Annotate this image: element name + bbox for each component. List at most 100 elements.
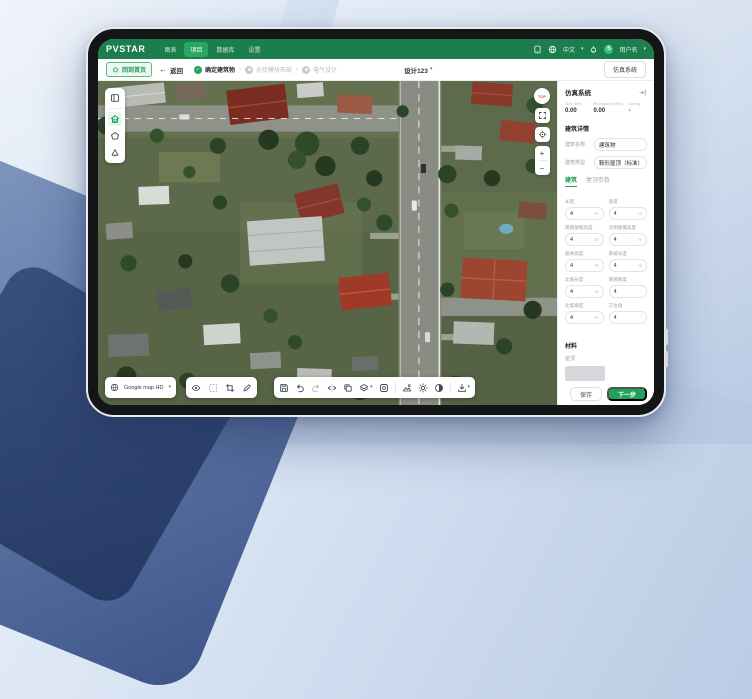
step-pv-layout[interactable]: 光伏模块布局 — [245, 65, 292, 74]
field-north-slope-angle: 北坡坡度 4m — [565, 303, 604, 324]
building-details-title: 建筑详情 — [565, 124, 647, 133]
step-pending-icon — [302, 66, 310, 74]
app-screen: PVSTAR 图表 项目 数据库 设置 中文 ▾ S 用 — [98, 39, 654, 405]
field-north-slope-length-input[interactable]: 4m — [565, 285, 604, 298]
divider — [450, 382, 451, 393]
stat-size-label: Size (kW) — [565, 102, 591, 106]
user-name-label[interactable]: 用户名 — [619, 45, 637, 54]
field-north-slope-angle-input[interactable]: 4m — [565, 311, 604, 324]
simulation-stats: Size (kW) 0.00 Production (kWh) 0.00 Sav… — [565, 102, 647, 114]
user-avatar[interactable]: S — [604, 45, 613, 54]
next-step-button[interactable]: 下一步 — [607, 387, 647, 401]
tab-building[interactable]: 建筑 — [565, 175, 577, 187]
tablet-device-frame: PVSTAR 图表 项目 数据库 设置 中文 ▾ S 用 — [86, 27, 666, 417]
copy-icon[interactable] — [343, 383, 353, 393]
notification-bell-icon[interactable] — [589, 45, 598, 54]
design-name-dropdown[interactable]: 设计123 ▾ — [404, 65, 432, 75]
nav-item-charts[interactable]: 图表 — [158, 42, 182, 57]
roof-material-label: 屋顶 — [565, 355, 647, 362]
device-icon[interactable] — [533, 45, 542, 54]
workflow-toolbar: 回到首页 ← 返回 ✓ 确定建筑物 › 光伏模块布局 › 电气设计 — [98, 59, 654, 81]
tree-tool-icon[interactable] — [108, 146, 122, 160]
redo-icon[interactable] — [311, 383, 321, 393]
building-tool-icon[interactable] — [108, 112, 122, 126]
contrast-icon[interactable] — [434, 383, 444, 393]
map-right-toolbar: TOP + − — [534, 88, 550, 175]
nav-item-settings[interactable]: 设置 — [242, 42, 266, 57]
collapse-panel-icon[interactable] — [638, 88, 647, 97]
step-define-building[interactable]: ✓ 确定建筑物 — [194, 65, 235, 74]
field-north-eave-input[interactable]: 4m — [609, 233, 648, 246]
field-south-eave-input[interactable]: 4m — [565, 233, 604, 246]
field-length-input[interactable]: 4m — [565, 207, 604, 220]
design-name-label: 设计123 — [404, 65, 428, 75]
crop-icon[interactable] — [225, 383, 235, 393]
step-electrical-design[interactable]: 电气设计 — [302, 65, 337, 74]
roof-material-swatch[interactable] — [565, 366, 605, 381]
fullscreen-button[interactable] — [535, 108, 550, 123]
back-button[interactable]: ← 返回 — [159, 65, 183, 75]
field-south-slope-angle-input[interactable]: 4° — [609, 285, 648, 298]
download-caret-icon: ▾ — [468, 385, 471, 390]
download-icon[interactable]: ▾ — [457, 383, 471, 393]
flip-horizontal-icon[interactable] — [327, 383, 337, 393]
pencil-edit-icon[interactable] — [242, 383, 252, 393]
provider-caret-icon: ▾ — [168, 385, 171, 390]
globe-icon — [110, 383, 119, 392]
back-home-button[interactable]: 回到首页 — [106, 62, 152, 77]
back-home-label: 回到首页 — [122, 65, 146, 74]
nav-item-projects[interactable]: 项目 — [184, 42, 208, 57]
map-provider-label: Google map HD — [124, 385, 163, 391]
design-caret-icon: ▾ — [430, 67, 433, 72]
polygon-tool-icon[interactable] — [108, 129, 122, 143]
field-length: 长度 4m — [565, 199, 604, 220]
building-type-select[interactable]: 鞍形屋顶（标准） — [594, 156, 647, 169]
sun-icon[interactable] — [418, 383, 428, 393]
main-nav: 图表 项目 数据库 设置 — [158, 42, 266, 57]
save-icon[interactable] — [279, 383, 289, 393]
building-name-label: 建筑名称 — [565, 141, 591, 148]
save-button[interactable]: 保存 — [570, 387, 602, 401]
map-left-toolbar — [105, 88, 125, 163]
step-pending-icon — [245, 66, 253, 74]
field-south-slope-length: 南坡长度 4m — [609, 251, 648, 272]
layers-icon[interactable]: ▾ — [359, 383, 373, 393]
app-logo: PVSTAR — [106, 44, 145, 54]
map-provider-selector[interactable]: Google map HD ▾ — [105, 377, 176, 398]
capture-target-icon[interactable] — [379, 383, 389, 393]
language-label[interactable]: 中文 — [563, 45, 575, 54]
stat-production-value: 0.00 — [593, 108, 626, 114]
zoom-in-button[interactable]: + — [535, 146, 550, 160]
building-fields: 长度 4m 宽度 4m 南侧屋檐高度 4m 北侧屋檐高度 4m — [565, 199, 647, 324]
tab-roof-params[interactable]: 屋顶参数 — [586, 175, 610, 187]
simulation-system-button[interactable]: 仿真系统 — [604, 61, 646, 78]
field-width-input[interactable]: 4m — [609, 207, 648, 220]
undo-icon[interactable] — [295, 383, 305, 393]
layers-panel-icon[interactable] — [108, 91, 122, 105]
stat-saving-label: Saving — [628, 102, 647, 106]
field-south-slope-length-input[interactable]: 4m — [609, 259, 648, 272]
material-section-title: 材料 — [565, 341, 647, 350]
language-caret-icon[interactable]: ▾ — [581, 47, 584, 52]
field-azimuth-input[interactable]: 4° — [609, 311, 648, 324]
divider — [109, 108, 121, 109]
field-ridge-height-input[interactable]: 4m — [565, 259, 604, 272]
field-north-eave-height: 北侧屋檐高度 4m — [609, 225, 648, 246]
zoom-out-button[interactable]: − — [535, 161, 550, 175]
marquee-select-icon[interactable] — [208, 383, 218, 393]
back-arrow-icon: ← — [159, 66, 167, 74]
simulation-side-panel: 仿真系统 Size (kW) 0.00 Production (kWh) 0.0… — [557, 81, 654, 405]
locate-button[interactable] — [535, 127, 550, 142]
map-viewport[interactable]: TOP + − — [98, 81, 557, 405]
back-label: 返回 — [170, 65, 183, 75]
satellite-map[interactable] — [98, 81, 557, 405]
compass-top-button[interactable]: TOP — [534, 88, 550, 104]
building-name-input[interactable]: 建筑物 — [594, 138, 647, 151]
visibility-eye-icon[interactable] — [191, 383, 201, 393]
nav-item-database[interactable]: 数据库 — [210, 42, 240, 57]
language-globe-icon[interactable] — [548, 45, 557, 54]
shading-icon[interactable] — [402, 383, 412, 393]
field-south-slope-angle: 南坡坡度 4° — [609, 277, 648, 298]
user-menu-caret-icon[interactable]: ▾ — [643, 47, 646, 52]
panel-tabs: 建筑 屋顶参数 — [565, 175, 647, 187]
